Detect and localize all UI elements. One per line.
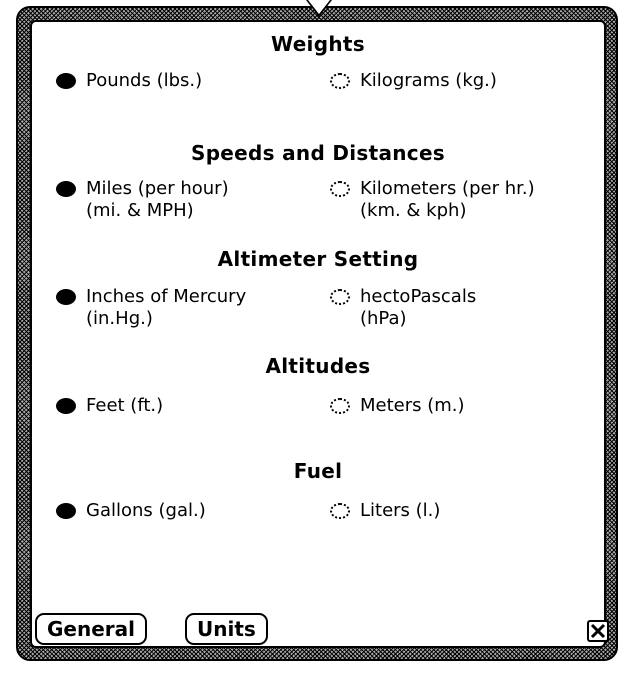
radio-selected-icon[interactable] [56,398,76,414]
option-pounds[interactable]: Pounds (lbs.) [56,70,202,92]
radio-unselected-icon[interactable] [330,398,350,414]
option-label-line2: (in.Hg.) [86,308,153,329]
option-label-line2: (km. & kph) [360,200,467,221]
radio-unselected-icon[interactable] [330,289,350,305]
option-label-line2: (hPa) [360,308,407,329]
option-label: Inches of Mercury (in.Hg.) [86,286,246,330]
section-title-altimeter-setting: Altimeter Setting [217,247,419,271]
radio-selected-icon[interactable] [56,503,76,519]
option-label-line1: Pounds (lbs.) [86,70,203,91]
option-label-line1: Feet (ft.) [86,395,164,416]
option-label-line1: Liters (l.) [360,500,441,521]
units-button[interactable]: Units [185,613,268,645]
window-pointer [308,0,330,14]
option-miles[interactable]: Miles (per hour) (mi. & MPH) [56,178,229,222]
section-title-speeds-distances: Speeds and Distances [190,141,446,165]
option-label-line1: hectoPascals [360,286,477,307]
option-label: Liters (l.) [360,500,440,522]
section-title-weights: Weights [271,32,365,56]
option-liters[interactable]: Liters (l.) [330,500,440,522]
radio-selected-icon[interactable] [56,289,76,305]
option-label-line1: Gallons (gal.) [86,500,206,521]
radio-selected-icon[interactable] [56,181,76,197]
option-label: Feet (ft.) [86,395,163,417]
option-label: Miles (per hour) (mi. & MPH) [86,178,229,222]
option-label: Kilograms (kg.) [360,70,497,92]
option-kilograms[interactable]: Kilograms (kg.) [330,70,497,92]
option-label-line2: (mi. & MPH) [86,200,194,221]
option-inches-mercury[interactable]: Inches of Mercury (in.Hg.) [56,286,246,330]
radio-unselected-icon[interactable] [330,73,350,89]
units-panel: Weights Pounds (lbs.) Kilograms (kg.) Sp… [30,20,606,648]
section-title-fuel: Fuel [293,459,343,483]
close-button[interactable] [587,620,609,642]
close-icon [590,623,606,639]
option-label-line1: Kilograms (kg.) [360,70,497,91]
option-gallons[interactable]: Gallons (gal.) [56,500,206,522]
option-hectopascals[interactable]: hectoPascals (hPa) [330,286,476,330]
radio-selected-icon[interactable] [56,73,76,89]
option-label: Gallons (gal.) [86,500,206,522]
general-button[interactable]: General [35,613,147,645]
option-feet[interactable]: Feet (ft.) [56,395,163,417]
option-label-line1: Kilometers (per hr.) [360,178,535,199]
option-label: Meters (m.) [360,395,465,417]
radio-unselected-icon[interactable] [330,181,350,197]
option-meters[interactable]: Meters (m.) [330,395,465,417]
radio-unselected-icon[interactable] [330,503,350,519]
option-kilometers[interactable]: Kilometers (per hr.) (km. & kph) [330,178,535,222]
option-label: hectoPascals (hPa) [360,286,476,330]
section-title-altitudes: Altitudes [265,354,371,378]
option-label: Pounds (lbs.) [86,70,202,92]
option-label-line1: Inches of Mercury [86,286,247,307]
option-label-line1: Meters (m.) [360,395,465,416]
option-label: Kilometers (per hr.) (km. & kph) [360,178,535,222]
option-label-line1: Miles (per hour) [86,178,229,199]
